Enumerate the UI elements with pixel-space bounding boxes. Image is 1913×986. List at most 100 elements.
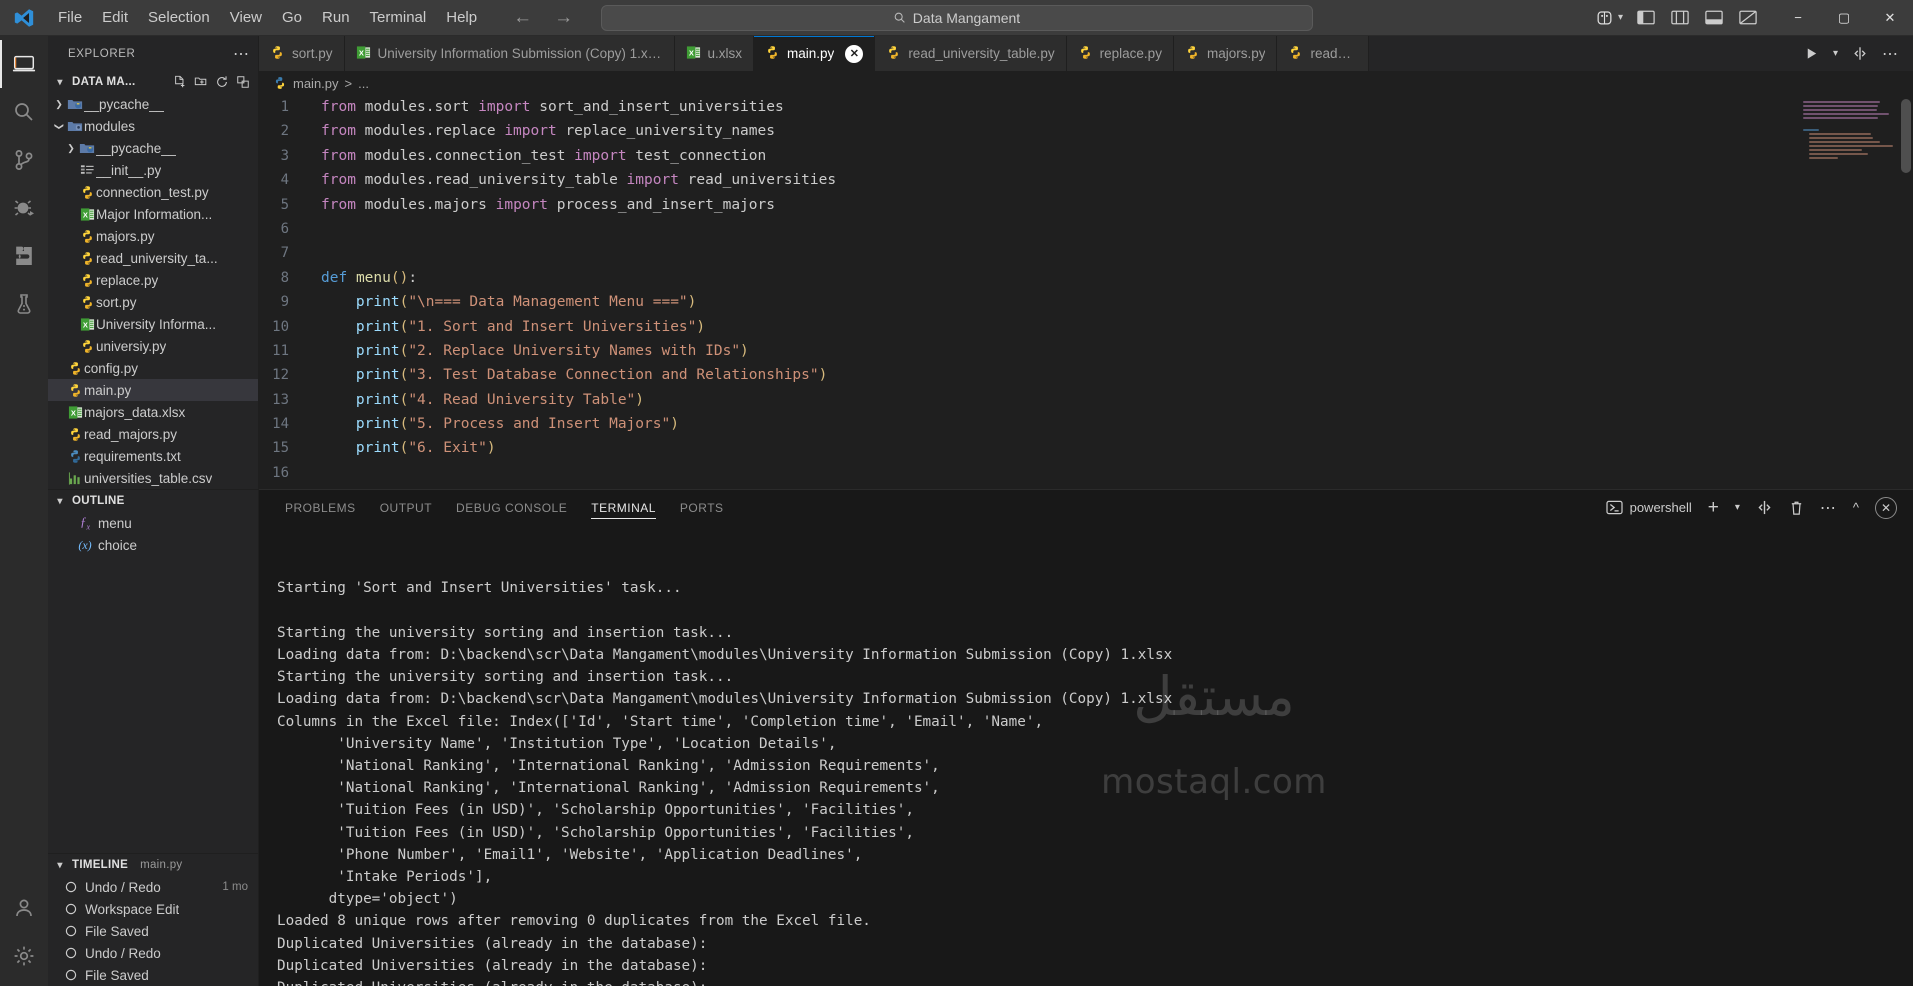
tree-item-majors-py[interactable]: majors.py [48, 225, 258, 247]
code-line[interactable]: 5 from modules.majors import process_and_… [259, 193, 1913, 217]
code-line[interactable]: 11 print("2. Replace University Names wi… [259, 339, 1913, 363]
editor-tab-majors-py[interactable]: majors.py [1173, 36, 1278, 71]
activity-testing[interactable] [0, 280, 48, 328]
terminal-shell-selector[interactable]: powershell [1605, 500, 1692, 515]
menu-view[interactable]: View [220, 5, 272, 30]
editor-tab-bar[interactable]: sort.py X University Information Submissio… [259, 36, 1913, 71]
panel-tab-ports[interactable]: PORTS [668, 490, 736, 525]
activity-search[interactable] [0, 88, 48, 136]
menu-file[interactable]: File [48, 5, 92, 30]
menu-go[interactable]: Go [272, 5, 312, 30]
maximize-button[interactable]: ▢ [1821, 0, 1867, 36]
tree-item-read-majors-py[interactable]: read_majors.py [48, 423, 258, 445]
new-terminal-icon[interactable]: + [1708, 498, 1719, 517]
close-button[interactable]: ✕ [1867, 0, 1913, 36]
code-line[interactable]: 2 from modules.replace import replace_uni… [259, 119, 1913, 143]
tree-item-universiy-py[interactable]: universiy.py [48, 335, 258, 357]
menu-help[interactable]: Help [436, 5, 487, 30]
code-line[interactable]: 10 print("1. Sort and Insert Universitie… [259, 315, 1913, 339]
collapse-all-icon[interactable] [236, 75, 250, 89]
code-lines[interactable]: 1 from modules.sort import sort_and_inser… [259, 95, 1913, 485]
timeline-item[interactable]: Workspace Edit [48, 898, 258, 920]
code-line[interactable]: 14 print("5. Process and Insert Majors") [259, 412, 1913, 436]
tree-item-requirements-txt[interactable]: requirements.txt [48, 445, 258, 467]
tree-item-major-information-[interactable]: X Major Information... [48, 203, 258, 225]
arrow-right-icon[interactable]: → [554, 8, 573, 27]
tree-item-modules[interactable]: ❯ modules [48, 115, 258, 137]
editor-scrollbar[interactable] [1901, 99, 1911, 173]
code-line[interactable]: 4 from modules.read_university_table impo… [259, 168, 1913, 192]
activity-run-debug[interactable] [0, 184, 48, 232]
menu-terminal[interactable]: Terminal [360, 5, 437, 30]
file-tree[interactable]: ❯ __pycache__ ❯ modules ❯ __pycache__ __init__… [48, 93, 258, 489]
editor-tab-sort-py[interactable]: sort.py [259, 36, 345, 71]
tree-item-read-university-ta-[interactable]: read_university_ta... [48, 247, 258, 269]
code-line[interactable]: 15 print("6. Exit") [259, 436, 1913, 460]
search-input[interactable]: Data Mangament [600, 4, 1313, 31]
minimize-button[interactable]: − [1775, 0, 1821, 36]
tree-item-sort-py[interactable]: sort.py [48, 291, 258, 313]
tree-item-main-py[interactable]: main.py [48, 379, 258, 401]
editor-tab-u-xlsx[interactable]: Xu.xlsx [674, 36, 755, 71]
panel-tab-problems[interactable]: PROBLEMS [273, 490, 368, 525]
editor-tab-read-university-table-py[interactable]: read_university_table.py [875, 36, 1067, 71]
code-editor[interactable]: 1 from modules.sort import sort_and_inser… [259, 95, 1913, 489]
editor-tab-read-ma[interactable]: read_ma [1277, 36, 1370, 71]
tree-item--pycache-[interactable]: ❯ __pycache__ [48, 93, 258, 115]
menu-bar[interactable]: File Edit Selection View Go Run Terminal… [48, 5, 487, 30]
outline-item-choice[interactable]: (x) choice [48, 534, 258, 556]
timeline-item[interactable]: File Saved [48, 920, 258, 942]
panel-tab-debug-console[interactable]: DEBUG CONSOLE [444, 490, 579, 525]
menu-selection[interactable]: Selection [138, 5, 220, 30]
activity-explorer[interactable] [0, 40, 48, 88]
more-actions-icon[interactable]: ⋯ [1820, 498, 1837, 518]
code-line[interactable]: 6 [259, 217, 1913, 241]
customize-layout-icon[interactable] [1739, 10, 1757, 25]
more-actions-icon[interactable]: ⋯ [1882, 44, 1899, 64]
code-line[interactable]: 12 print("3. Test Database Connection an… [259, 363, 1913, 387]
activity-extensions[interactable] [0, 232, 48, 280]
new-file-icon[interactable] [173, 75, 187, 89]
code-line[interactable]: 7 [259, 241, 1913, 265]
tree-item-majors-data-xlsx[interactable]: Xmajors_data.xlsx [48, 401, 258, 423]
chevron-up-icon[interactable]: ^ [1853, 500, 1859, 515]
code-line[interactable]: 9 print("\n=== Data Management Menu ==="… [259, 290, 1913, 314]
more-actions-icon[interactable]: ⋯ [233, 44, 250, 64]
split-terminal-icon[interactable] [1756, 500, 1773, 515]
tree-item-university-informa-[interactable]: X University Informa... [48, 313, 258, 335]
refresh-icon[interactable] [215, 75, 229, 89]
menu-edit[interactable]: Edit [92, 5, 138, 30]
workspace-section-header[interactable]: ▾ DATA MA... [48, 71, 258, 93]
outline-list[interactable]: ƒx menu (x) choice [48, 512, 258, 620]
activity-settings[interactable] [0, 932, 48, 980]
panel-bottom-layout-icon[interactable] [1705, 10, 1723, 25]
timeline-item[interactable]: File Saved [48, 964, 258, 986]
account-menu[interactable]: ▾ [1595, 8, 1623, 27]
close-panel-icon[interactable]: ✕ [1875, 496, 1897, 519]
chevron-down-icon[interactable]: ❯ [54, 119, 65, 133]
outline-section-header[interactable]: ▾ OUTLINE [48, 490, 258, 512]
chevron-right-icon[interactable]: ❯ [64, 143, 78, 154]
timeline-section-header[interactable]: ▾ TIMELINE main.py [48, 854, 258, 876]
timeline-list[interactable]: Undo / Redo 1 mo Workspace Edit File Saved U… [48, 876, 258, 986]
arrow-left-icon[interactable]: ← [513, 8, 532, 27]
close-icon[interactable]: ✕ [845, 44, 864, 63]
timeline-item[interactable]: Undo / Redo 1 mo [48, 876, 258, 898]
trash-icon[interactable] [1789, 500, 1804, 516]
tree-item-connection-test-py[interactable]: connection_test.py [48, 181, 258, 203]
chevron-right-icon[interactable]: ❯ [52, 99, 66, 110]
code-line[interactable]: 3 from modules.connection_test import tes… [259, 144, 1913, 168]
panel-left-layout-icon[interactable] [1637, 10, 1655, 25]
code-line[interactable]: 16 [259, 461, 1913, 485]
terminal-output[interactable]: Starting 'Sort and Insert Universities' … [259, 525, 1913, 986]
code-line[interactable]: 13 print("4. Read University Table") [259, 388, 1913, 412]
activity-accounts[interactable] [0, 884, 48, 932]
activity-source-control[interactable] [0, 136, 48, 184]
panel-center-layout-icon[interactable] [1671, 10, 1689, 25]
breadcrumb-file[interactable]: main.py [293, 76, 339, 91]
breadcrumb-rest[interactable]: ... [358, 76, 369, 91]
new-folder-icon[interactable] [194, 75, 208, 89]
timeline-item[interactable]: Undo / Redo [48, 942, 258, 964]
panel-tab-terminal[interactable]: TERMINAL [579, 490, 668, 525]
run-play-icon[interactable] [1804, 46, 1819, 61]
